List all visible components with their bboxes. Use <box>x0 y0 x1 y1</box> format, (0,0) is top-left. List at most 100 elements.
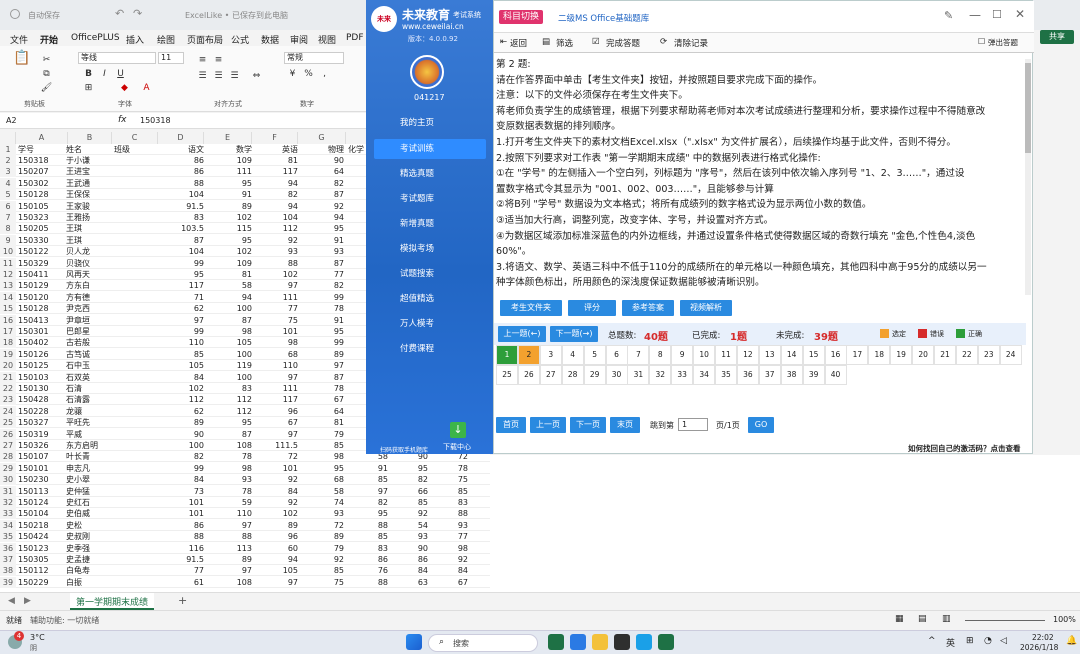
nav-exam-training[interactable]: 考试训练 <box>374 139 486 159</box>
table-cell[interactable]: 81 <box>254 155 298 166</box>
row-number[interactable]: 29 <box>0 462 16 474</box>
table-cell[interactable]: 82 <box>254 189 298 200</box>
question-number-cell[interactable]: 29 <box>583 365 606 385</box>
row-number[interactable]: 3 <box>0 166 16 178</box>
pin-icon[interactable]: ✎ <box>944 9 953 22</box>
table-cell[interactable]: 150329 <box>18 258 66 269</box>
user-avatar[interactable] <box>410 55 444 89</box>
undo-icon[interactable]: ↶ <box>115 7 124 20</box>
row-number[interactable]: 16 <box>0 314 16 326</box>
table-cell[interactable]: 王雅扬 <box>66 212 110 223</box>
copy-icon[interactable]: ⧉ <box>40 68 53 80</box>
question-number-cell[interactable]: 20 <box>912 345 935 365</box>
table-cell[interactable]: 82 <box>300 280 344 291</box>
nav-paid-courses[interactable]: 付费课程 <box>374 339 486 359</box>
table-cell[interactable]: 89 <box>206 201 252 212</box>
table-cell[interactable]: 83 <box>352 543 388 554</box>
clear-records-button[interactable]: 清除记录 <box>674 37 708 49</box>
table-cell[interactable]: 东方启明 <box>66 440 110 451</box>
row-number[interactable]: 13 <box>0 280 16 292</box>
pop-out-label[interactable]: 弹出答题 <box>988 37 1018 48</box>
table-cell[interactable]: 74 <box>300 497 344 508</box>
row-number[interactable]: 6 <box>0 200 16 212</box>
question-number-cell[interactable]: 11 <box>715 345 737 365</box>
table-cell[interactable]: 91 <box>352 463 388 474</box>
row-number[interactable]: 2 <box>0 155 16 166</box>
table-cell[interactable]: 87 <box>300 189 344 200</box>
table-cell[interactable]: 150122 <box>18 246 66 257</box>
table-cell[interactable]: 111 <box>206 166 252 177</box>
question-number-cell[interactable]: 13 <box>758 345 781 365</box>
table-cell[interactable]: 95 <box>206 235 252 246</box>
table-cell[interactable]: 古笃诚 <box>66 349 110 360</box>
table-cell[interactable]: 75 <box>300 577 344 588</box>
table-cell[interactable]: 77 <box>300 269 344 280</box>
nav-question-bank[interactable]: 考试题库 <box>374 189 486 209</box>
table-cell[interactable]: 150105 <box>18 201 66 212</box>
table-cell[interactable]: 92 <box>254 235 298 246</box>
table-cell[interactable]: 100 <box>206 349 252 360</box>
col-header-a[interactable]: A <box>16 132 68 144</box>
row-number[interactable]: 8 <box>0 223 16 235</box>
table-cell[interactable]: 101 <box>160 497 204 508</box>
question-number-cell[interactable]: 7 <box>627 345 650 365</box>
table-cell[interactable]: 113 <box>206 543 252 554</box>
question-number-cell[interactable]: 15 <box>802 345 825 365</box>
table-cell[interactable]: 97 <box>352 486 388 497</box>
question-number-cell[interactable]: 28 <box>561 365 584 385</box>
table-cell[interactable]: 石中玉 <box>66 360 110 371</box>
question-number-cell[interactable]: 34 <box>693 365 716 385</box>
table-cell[interactable]: 79 <box>300 543 344 554</box>
table-cell[interactable]: 王进宝 <box>66 166 110 177</box>
table-cell[interactable]: 105 <box>206 337 252 348</box>
table-cell[interactable]: 班级 <box>114 144 158 155</box>
row-number[interactable]: 36 <box>0 542 16 554</box>
table-cell[interactable]: 平威 <box>66 429 110 440</box>
table-cell[interactable]: 97 <box>206 565 252 576</box>
borders-icon[interactable]: ⊞ <box>82 82 95 94</box>
table-cell[interactable]: 77 <box>160 565 204 576</box>
table-cell[interactable]: 150101 <box>18 463 66 474</box>
table-cell[interactable]: 150411 <box>18 269 66 280</box>
table-cell[interactable]: 92 <box>254 474 298 485</box>
table-cell[interactable]: 150125 <box>18 360 66 371</box>
table-cell[interactable]: 150107 <box>18 451 66 462</box>
taskbar-search-box[interactable]: ⌕ 搜索 <box>428 634 538 652</box>
italic-button[interactable]: I <box>98 68 111 80</box>
table-cell[interactable]: 119 <box>206 360 252 371</box>
table-cell[interactable]: 79 <box>300 429 344 440</box>
tab-data[interactable]: 数据 <box>261 33 279 46</box>
table-cell[interactable]: 93 <box>300 246 344 257</box>
row-number[interactable]: 33 <box>0 508 16 520</box>
table-cell[interactable]: 89 <box>160 417 204 428</box>
table-cell[interactable]: 87 <box>160 235 204 246</box>
table-cell[interactable]: 98 <box>206 463 252 474</box>
row-number[interactable]: 26 <box>0 428 16 440</box>
table-cell[interactable]: 92 <box>432 554 468 565</box>
browser-taskbar-icon[interactable] <box>636 634 652 650</box>
tab-review[interactable]: 审阅 <box>290 33 308 46</box>
table-cell[interactable]: 86 <box>160 166 204 177</box>
col-header-d[interactable]: D <box>158 132 204 144</box>
table-cell[interactable]: 150230 <box>18 474 66 485</box>
fx-icon[interactable]: fx <box>118 115 127 125</box>
table-cell[interactable]: 语文 <box>160 144 204 155</box>
clock-date[interactable]: 2026/1/18 <box>1020 643 1058 652</box>
table-cell[interactable]: 150305 <box>18 554 66 565</box>
table-cell[interactable]: 100 <box>206 303 252 314</box>
percent-icon[interactable]: % <box>302 68 315 80</box>
finish-icon[interactable]: ☑ <box>592 37 600 47</box>
table-row[interactable]: 33 150104 史伯威 101 110 102 93 95 92 88 <box>0 508 490 520</box>
nav-mass-mock[interactable]: 万人模考 <box>374 314 486 334</box>
table-cell[interactable]: 88 <box>160 178 204 189</box>
table-cell[interactable]: 史仲猛 <box>66 486 110 497</box>
question-number-cell[interactable]: 39 <box>802 365 825 385</box>
table-cell[interactable]: 102 <box>254 508 298 519</box>
table-cell[interactable]: 87 <box>300 372 344 383</box>
align-right-icon[interactable]: ☰ <box>228 70 241 82</box>
row-number[interactable]: 23 <box>0 394 16 406</box>
tab-view[interactable]: 视图 <box>318 33 336 46</box>
filter-button[interactable]: 筛选 <box>556 37 573 49</box>
fill-color-icon[interactable]: ◆ <box>118 82 131 94</box>
row-number[interactable]: 22 <box>0 383 16 394</box>
